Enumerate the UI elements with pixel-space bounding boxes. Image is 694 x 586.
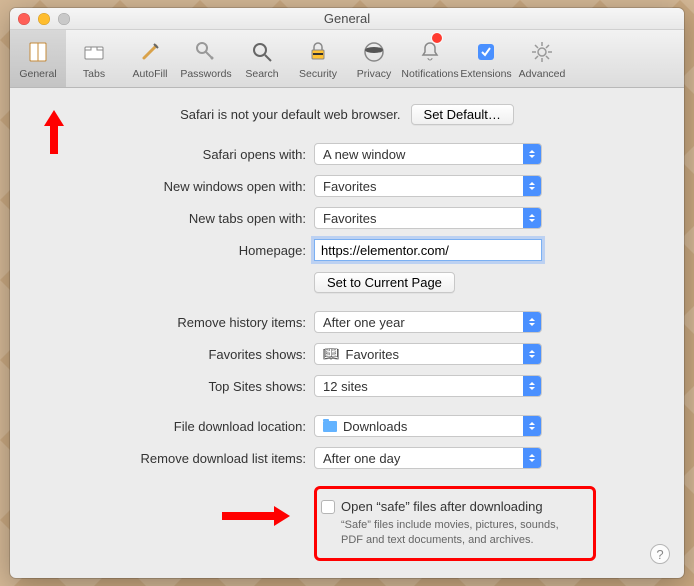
set-default-button[interactable]: Set Default… [411, 104, 514, 125]
label-homepage: Homepage: [34, 243, 314, 258]
select-favorites-shows[interactable]: 📖︎ Favorites [314, 343, 542, 365]
extensions-icon [472, 38, 500, 66]
select-top-sites[interactable]: 12 sites [314, 375, 542, 397]
toolbar-label: Notifications [401, 68, 458, 80]
select-remove-downloads[interactable]: After one day [314, 447, 542, 469]
traffic-lights [18, 13, 70, 25]
tabs-icon [80, 38, 108, 66]
general-icon [24, 38, 52, 66]
open-safe-files-label: Open “safe” files after downloading [341, 499, 581, 514]
select-opens-with[interactable]: A new window [314, 143, 542, 165]
open-safe-files-checkbox[interactable] [321, 500, 335, 514]
dropdown-arrows-icon [523, 343, 541, 365]
dropdown-arrows-icon [523, 311, 541, 333]
label-new-windows: New windows open with: [34, 179, 314, 194]
dropdown-arrows-icon [523, 207, 541, 229]
toolbar-tab-extensions[interactable]: Extensions [458, 30, 514, 87]
toolbar-tab-general[interactable]: General [10, 30, 66, 87]
close-window-button[interactable] [18, 13, 30, 25]
search-icon [248, 38, 276, 66]
label-new-tabs: New tabs open with: [34, 211, 314, 226]
toolbar-label: Passwords [180, 68, 231, 80]
open-safe-files-description: “Safe” files include movies, pictures, s… [341, 518, 581, 548]
toolbar-label: Security [299, 68, 337, 80]
advanced-icon [528, 38, 556, 66]
notification-badge [432, 33, 442, 43]
toolbar-tab-notifications[interactable]: Notifications [402, 30, 458, 87]
book-icon: 📖︎ [323, 346, 340, 362]
set-current-page-button[interactable]: Set to Current Page [314, 272, 455, 293]
preferences-toolbar: General Tabs AutoFill Passwords Search [10, 30, 684, 88]
select-new-windows[interactable]: Favorites [314, 175, 542, 197]
dropdown-arrows-icon [523, 175, 541, 197]
toolbar-tab-tabs[interactable]: Tabs [66, 30, 122, 87]
label-remove-downloads: Remove download list items: [34, 451, 314, 466]
preferences-content: Safari is not your default web browser. … [10, 88, 684, 578]
help-button[interactable]: ? [650, 544, 670, 564]
minimize-window-button[interactable] [38, 13, 50, 25]
autofill-icon [136, 38, 164, 66]
annotation-highlight-box: Open “safe” files after downloading “Saf… [314, 486, 596, 561]
label-opens-with: Safari opens with: [34, 147, 314, 162]
toolbar-label: General [19, 68, 56, 80]
toolbar-label: Advanced [519, 68, 566, 80]
zoom-window-button[interactable] [58, 13, 70, 25]
privacy-icon [360, 38, 388, 66]
toolbar-tab-privacy[interactable]: Privacy [346, 30, 402, 87]
default-browser-text: Safari is not your default web browser. [180, 107, 400, 122]
window-title: General [324, 11, 370, 26]
select-remove-history[interactable]: After one year [314, 311, 542, 333]
toolbar-label: Search [245, 68, 278, 80]
toolbar-tab-advanced[interactable]: Advanced [514, 30, 570, 87]
dropdown-arrows-icon [523, 375, 541, 397]
passwords-icon [192, 38, 220, 66]
label-remove-history: Remove history items: [34, 315, 314, 330]
label-download-location: File download location: [34, 419, 314, 434]
select-download-location[interactable]: Downloads [314, 415, 542, 437]
dropdown-arrows-icon [523, 447, 541, 469]
toolbar-label: Privacy [357, 68, 391, 80]
security-icon [304, 38, 332, 66]
preferences-window: General General Tabs AutoFill Passwords [10, 8, 684, 578]
toolbar-label: Extensions [460, 68, 511, 80]
toolbar-tab-security[interactable]: Security [290, 30, 346, 87]
label-top-sites: Top Sites shows: [34, 379, 314, 394]
label-favorites-shows: Favorites shows: [34, 347, 314, 362]
toolbar-label: AutoFill [132, 68, 167, 80]
dropdown-arrows-icon [523, 415, 541, 437]
toolbar-label: Tabs [83, 68, 105, 80]
select-new-tabs[interactable]: Favorites [314, 207, 542, 229]
folder-icon [323, 421, 337, 432]
toolbar-tab-autofill[interactable]: AutoFill [122, 30, 178, 87]
toolbar-tab-search[interactable]: Search [234, 30, 290, 87]
title-bar: General [10, 8, 684, 30]
dropdown-arrows-icon [523, 143, 541, 165]
annotation-arrow-right [222, 506, 300, 526]
toolbar-tab-passwords[interactable]: Passwords [178, 30, 234, 87]
annotation-arrow-up [44, 100, 64, 154]
homepage-input[interactable] [314, 239, 542, 261]
